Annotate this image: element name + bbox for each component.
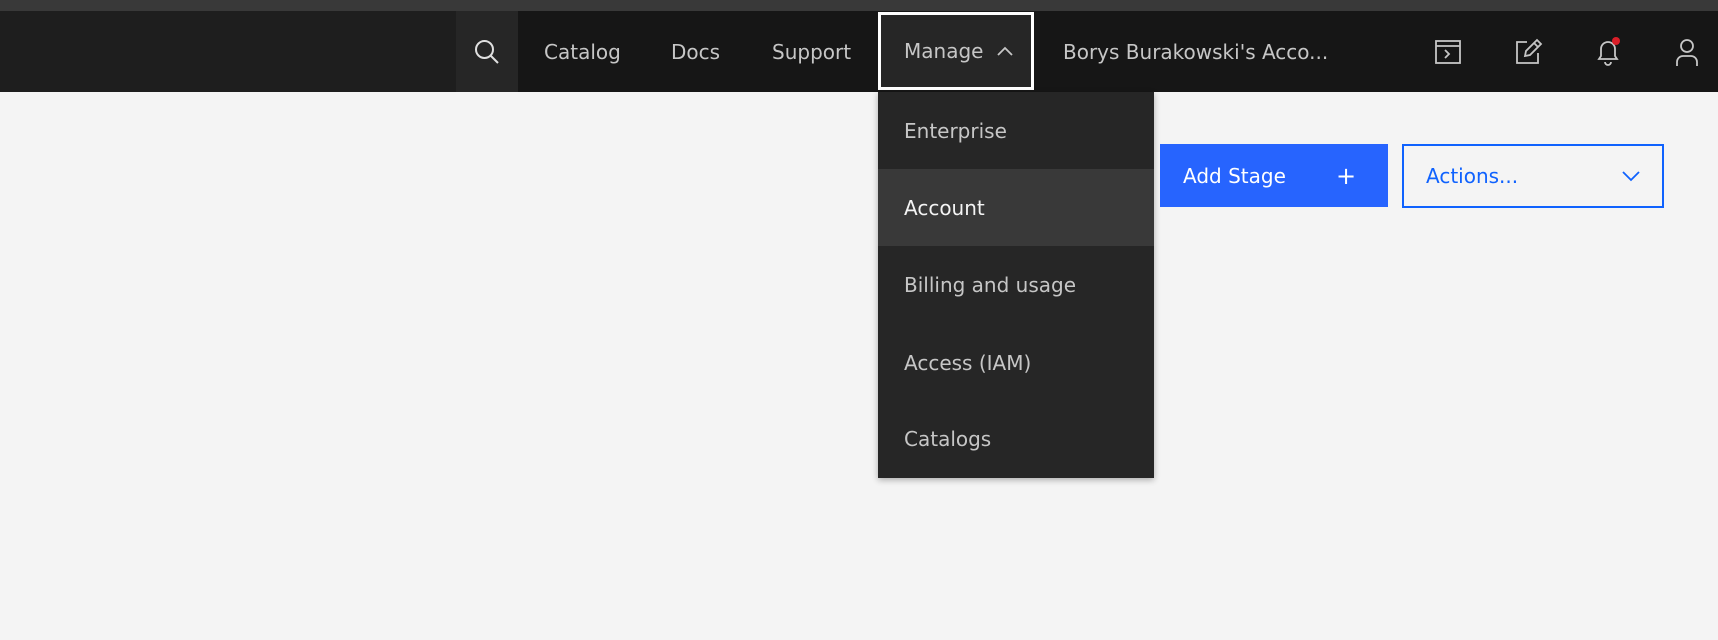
actions-dropdown[interactable]: Actions... [1402, 144, 1664, 208]
menu-item-enterprise[interactable]: Enterprise [878, 92, 1154, 169]
profile-button[interactable] [1657, 11, 1717, 92]
user-icon [1676, 38, 1698, 66]
search-button[interactable] [456, 11, 518, 92]
chevron-up-icon [997, 46, 1014, 56]
plus-icon: + [1336, 161, 1357, 190]
nav-manage-label: Manage [904, 39, 984, 63]
top-strip [0, 0, 1718, 11]
nav-support[interactable]: Support [772, 11, 851, 92]
nav-account-switcher[interactable]: Borys Burakowski's Acco... [1063, 11, 1345, 92]
notification-badge [1612, 36, 1620, 45]
add-stage-label: Add Stage [1183, 163, 1286, 188]
top-header: Catalog Docs Support Manage Borys Burako… [0, 11, 1718, 92]
nav-manage[interactable]: Manage [878, 12, 1034, 90]
search-icon [475, 39, 499, 64]
edit-icon [1516, 38, 1543, 64]
nav-catalog[interactable]: Catalog [544, 11, 621, 92]
header-left-area [0, 11, 518, 92]
manage-dropdown-menu: Enterprise Account Billing and usage Acc… [878, 92, 1154, 478]
notifications-button[interactable] [1578, 11, 1638, 92]
terminal-icon [1435, 39, 1461, 64]
notification-icon [1597, 36, 1620, 66]
add-stage-button[interactable]: Add Stage + [1160, 144, 1388, 207]
edit-button[interactable] [1498, 11, 1558, 92]
cloud-shell-button[interactable] [1418, 11, 1478, 92]
menu-item-account[interactable]: Account [878, 169, 1154, 246]
menu-item-billing-and-usage[interactable]: Billing and usage [878, 246, 1154, 323]
menu-item-catalogs[interactable]: Catalogs [878, 400, 1154, 477]
nav-docs[interactable]: Docs [671, 11, 720, 92]
menu-item-access-iam[interactable]: Access (IAM) [878, 324, 1154, 401]
chevron-down-icon [1622, 146, 1640, 206]
actions-label: Actions... [1426, 164, 1519, 188]
